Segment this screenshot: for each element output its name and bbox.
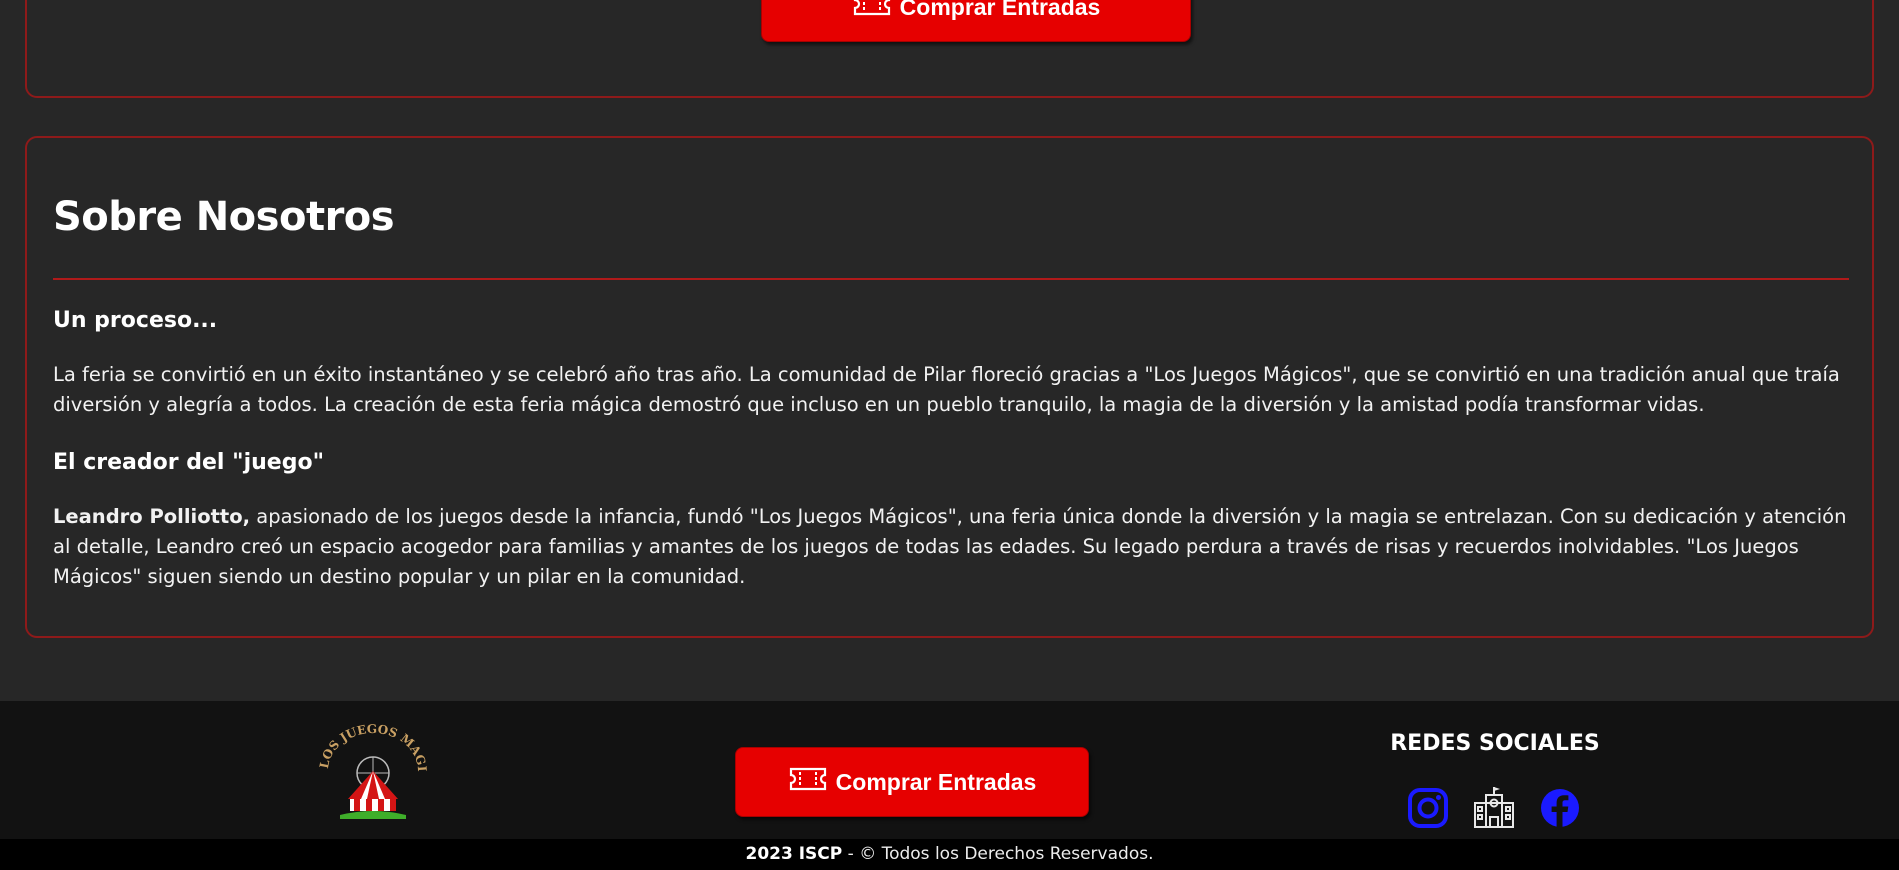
social-links <box>1405 785 1583 831</box>
buy-tickets-button-top[interactable]: Comprar Entradas <box>761 0 1191 42</box>
ticket-icon <box>852 0 892 22</box>
founder-description: apasionado de los juegos desde la infanc… <box>53 505 1847 588</box>
social-title: REDES SOCIALES <box>1390 731 1600 756</box>
copyright-year: 2023 ISCP <box>745 844 843 864</box>
school-building-icon[interactable] <box>1471 785 1517 831</box>
paragraph-process: La feria se convirtió en un éxito instan… <box>53 363 1840 416</box>
buy-tickets-label: Comprar Entradas <box>835 768 1037 795</box>
subheading-creator: El creador del "juego" <box>53 450 325 475</box>
buy-tickets-label: Comprar Entradas <box>899 0 1101 20</box>
site-logo[interactable]: LOS JUEGOS MAGICOS <box>313 712 429 823</box>
copyright-text: - © Todos los Derechos Reservados. <box>842 844 1154 864</box>
founder-name: Leandro Polliotto, <box>53 505 251 528</box>
about-section: Sobre Nosotros Un proceso... La feria se… <box>25 136 1874 638</box>
instagram-icon[interactable] <box>1405 785 1451 831</box>
ticket-icon <box>788 767 828 797</box>
footer: LOS JUEGOS MAGICOS Comprar Entradas <box>0 701 1899 839</box>
facebook-icon[interactable] <box>1537 785 1583 831</box>
subheading-process: Un proceso... <box>53 308 218 333</box>
section-title: Sobre Nosotros <box>53 194 395 240</box>
section-divider <box>53 278 1849 280</box>
buy-tickets-button-footer[interactable]: Comprar Entradas <box>735 747 1089 817</box>
tickets-card: Comprar Entradas <box>25 0 1874 98</box>
copyright-bar: 2023 ISCP - © Todos los Derechos Reserva… <box>0 839 1899 870</box>
paragraph-creator: Leandro Polliotto, apasionado de los jue… <box>53 502 1853 592</box>
